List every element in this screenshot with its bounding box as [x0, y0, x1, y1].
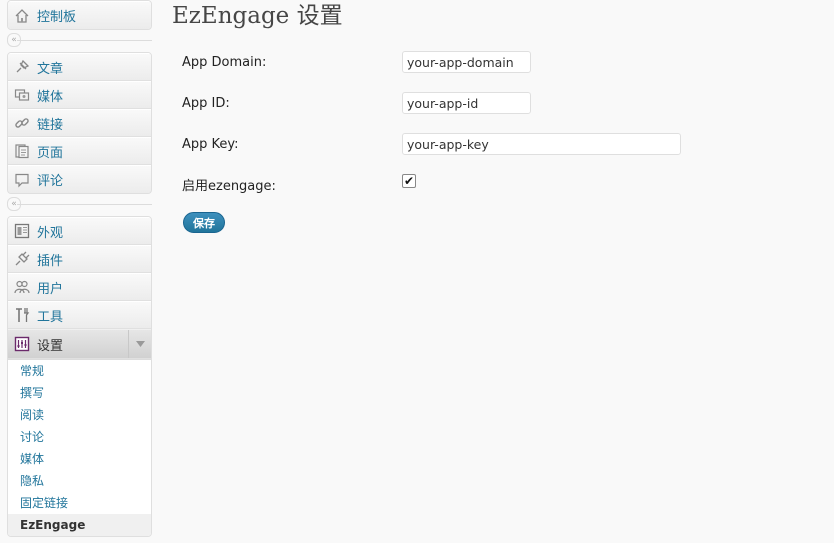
sidebar-item-pages[interactable]: 页面	[8, 137, 151, 165]
sidebar-item-label: 页面	[37, 145, 64, 161]
app-key-input[interactable]	[402, 133, 681, 155]
save-button[interactable]: 保存	[183, 212, 225, 233]
sidebar-item-posts[interactable]: 文章	[8, 53, 151, 81]
pushpin-icon	[14, 59, 30, 75]
app-key-row: App Key:	[182, 133, 681, 155]
appearance-icon	[14, 223, 30, 239]
sidebar-item-label: 用户	[37, 281, 64, 297]
plugin-icon	[14, 251, 30, 267]
submenu-item-writing[interactable]: 撰写	[8, 382, 151, 404]
content-menu-group: 文章 媒体 链接 页面 评论	[7, 52, 152, 194]
sidebar-item-label: 媒体	[37, 89, 64, 105]
enable-checkbox[interactable]: ✔	[402, 174, 416, 188]
sidebar-item-label: 控制板	[37, 10, 77, 25]
dashboard-group: 控制板	[7, 0, 152, 30]
admin-sidebar: 控制板 « 文章 媒体 链接 页面 评论 « 外观 插件 用户 工具 设置 常规…	[7, 0, 152, 543]
page-title: EzEngage 设置	[172, 3, 343, 29]
app-domain-row: App Domain:	[182, 51, 531, 73]
app-id-label: App ID:	[182, 95, 230, 111]
sidebar-item-users[interactable]: 用户	[8, 273, 151, 301]
chevron-down-icon	[135, 341, 145, 347]
app-domain-label: App Domain:	[182, 54, 267, 70]
submenu-item-ezengage[interactable]: EzEngage	[8, 514, 151, 536]
divider	[17, 40, 152, 41]
checkmark-icon: ✔	[403, 174, 415, 188]
sidebar-item-label: 外观	[37, 225, 64, 241]
media-icon	[14, 87, 30, 103]
sidebar-item-label: 链接	[37, 117, 64, 133]
comment-icon	[14, 172, 30, 188]
submenu-item-media[interactable]: 媒体	[8, 448, 151, 470]
settings-submenu: 常规 撰写 阅读 讨论 媒体 隐私 固定链接 EzEngage	[8, 359, 151, 536]
menu-separator: «	[7, 30, 152, 52]
sidebar-item-settings[interactable]: 设置	[8, 329, 151, 359]
enable-row: 启用ezengage: ✔	[182, 173, 416, 195]
sidebar-item-plugins[interactable]: 插件	[8, 245, 151, 273]
enable-label: 启用ezengage:	[182, 178, 276, 194]
sidebar-item-tools[interactable]: 工具	[8, 301, 151, 329]
submenu-item-label: EzEngage	[20, 518, 86, 532]
settings-icon	[14, 336, 30, 352]
sidebar-item-label: 文章	[37, 61, 64, 77]
sidebar-item-label: 评论	[37, 174, 64, 189]
submenu-item-general[interactable]: 常规	[8, 360, 151, 382]
app-key-label: App Key:	[182, 136, 239, 152]
sidebar-item-label: 工具	[37, 309, 64, 325]
app-id-row: App ID:	[182, 92, 531, 114]
sidebar-item-dashboard[interactable]: 控制板	[8, 1, 151, 29]
submenu-toggle[interactable]	[128, 330, 151, 358]
sidebar-item-links[interactable]: 链接	[8, 109, 151, 137]
main-content: EzEngage 设置 App Domain: App ID: App Key:…	[172, 0, 834, 543]
dashboard-icon	[14, 8, 30, 24]
app-id-input[interactable]	[402, 92, 531, 114]
sidebar-item-label: 设置	[37, 338, 64, 354]
users-icon	[14, 279, 30, 295]
sidebar-item-comments[interactable]: 评论	[8, 165, 151, 193]
sidebar-item-label: 插件	[37, 253, 64, 269]
sidebar-item-appearance[interactable]: 外观	[8, 217, 151, 245]
divider	[17, 204, 152, 205]
submenu-item-permalinks[interactable]: 固定链接	[8, 492, 151, 514]
tools-icon	[14, 307, 30, 323]
app-domain-input[interactable]	[402, 51, 531, 73]
sidebar-item-media[interactable]: 媒体	[8, 81, 151, 109]
submenu-item-privacy[interactable]: 隐私	[8, 470, 151, 492]
submenu-item-discussion[interactable]: 讨论	[8, 426, 151, 448]
page-icon	[14, 143, 30, 159]
submenu-item-reading[interactable]: 阅读	[8, 404, 151, 426]
admin-menu-group: 外观 插件 用户 工具 设置 常规 撰写 阅读 讨论 媒体 隐私 固定链接 Ez…	[7, 216, 152, 537]
link-icon	[14, 115, 30, 131]
menu-separator: «	[7, 194, 152, 216]
